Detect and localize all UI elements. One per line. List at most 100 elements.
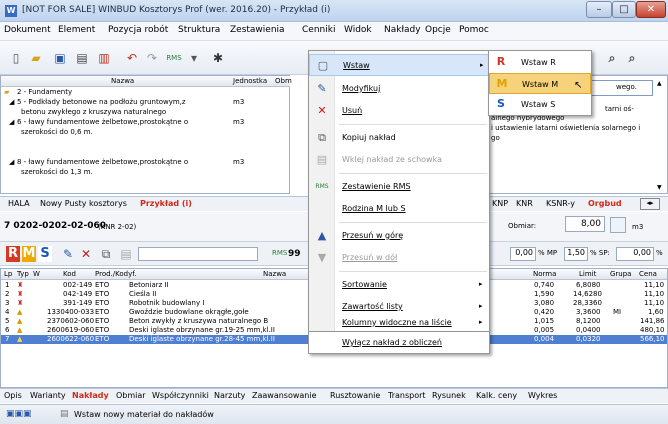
menu-element[interactable]: Element (58, 25, 95, 35)
mp-input[interactable]: 0,00 (510, 247, 536, 261)
tab-rusztowanie[interactable]: Rusztowanie (330, 391, 380, 400)
col-lp[interactable]: Lp (4, 270, 12, 278)
submenu-wstaw-r[interactable]: R Wstaw R (489, 52, 591, 73)
calculator-icon[interactable] (610, 217, 626, 233)
tab-nav-icon[interactable]: ◂▸ (640, 198, 660, 210)
submenu-wstaw-s[interactable]: S Wstaw S (489, 94, 591, 115)
col-nazwa[interactable]: Nazwa (263, 270, 286, 278)
menu-zestawienia[interactable]: Zestawienia (230, 25, 285, 35)
menu-item-modyfikuj[interactable]: ✎ Modyfikuj (309, 78, 489, 100)
binoculars-icon[interactable]: ⌕ (604, 50, 620, 66)
tab-nowy[interactable]: Nowy Pusty kosztorys (40, 199, 127, 208)
extra-input[interactable]: 0,00 (616, 247, 654, 261)
menu-struktura[interactable]: Struktura (178, 25, 220, 35)
detail-tabs: Opis Warianty Nakłady Obmiar Współczynni… (0, 388, 668, 403)
expand-icon[interactable]: ◢ (9, 98, 14, 107)
tree-header: Nazwa Jednostka Obm (1, 76, 292, 87)
menu-dokument[interactable]: Dokument (4, 25, 51, 35)
menu-item-usun[interactable]: ✕ Usuń (309, 100, 489, 122)
delete-icon[interactable]: ✕ (78, 246, 94, 262)
filter-input[interactable] (138, 247, 258, 261)
minimize-button[interactable]: – (586, 1, 612, 18)
menu-item-przesun-gore[interactable]: ▲ Przesuń w górę (309, 225, 489, 247)
arrow-down-icon: ▼ (317, 251, 327, 264)
print-icon[interactable]: ▤ (74, 50, 90, 66)
col-w[interactable]: W (33, 270, 40, 278)
col-cena[interactable]: Cena (639, 270, 657, 278)
open-folder-icon[interactable]: ▰ (28, 50, 44, 66)
expand-icon[interactable]: ◢ (9, 118, 14, 127)
dropdown-arrow-icon[interactable]: ▾ (186, 50, 202, 66)
tab-przyklad[interactable]: Przykład (i) (140, 199, 192, 208)
menu-pomoc[interactable]: Pomoc (459, 25, 489, 35)
tab-naklady[interactable]: Nakłady (72, 391, 109, 400)
submenu-wstaw-m[interactable]: M Wstaw M ↖ (489, 73, 591, 94)
tab-warianty[interactable]: Warianty (30, 391, 66, 400)
tab-zaawansowanie[interactable]: Zaawansowanie (252, 391, 317, 400)
pane-text: tarni oś- (605, 105, 634, 113)
material-icon: ▲ (17, 335, 23, 343)
expand-icon[interactable]: ◢ (9, 138, 14, 147)
col-norma[interactable]: Norma (533, 270, 556, 278)
rms-r-button[interactable]: R (6, 246, 20, 262)
rms-summary-icon[interactable]: RMS (272, 249, 287, 257)
menu-item-kopiuj[interactable]: ⧉ Kopiuj nakład (309, 127, 489, 149)
obmiar-input[interactable]: 8,00 (565, 216, 605, 232)
tab-knr[interactable]: KNR (516, 199, 533, 208)
edit-icon[interactable]: ✎ (60, 246, 76, 262)
sp-input[interactable]: 1,50 (564, 247, 588, 261)
menu-item-kolumny[interactable]: Kolumny widoczne na liście ▸ (309, 318, 489, 330)
rms-s-button[interactable]: S (38, 246, 52, 262)
tab-transport[interactable]: Transport (388, 391, 426, 400)
menu-item-sortowanie[interactable]: Sortowanie ▸ (309, 274, 489, 296)
rms-m-button[interactable]: M (22, 246, 36, 262)
tab-opis[interactable]: Opis (4, 391, 22, 400)
position-tree[interactable]: Nazwa Jednostka Obm ▰ 2 - Fundamenty ◢ 5 -… (0, 75, 292, 194)
col-limit[interactable]: Limit (579, 270, 596, 278)
undo-icon[interactable]: ↶ (124, 50, 140, 66)
menu-pozycja[interactable]: Pozycja robót (108, 25, 168, 35)
redo-icon[interactable]: ↷ (144, 50, 160, 66)
rms-toolbar-icon[interactable]: RMS (166, 50, 182, 66)
menu-item-zawartosc[interactable]: Zawartość listy ▸ (309, 296, 489, 318)
menu-opcje[interactable]: Opcje (425, 25, 451, 35)
col-grupa[interactable]: Grupa (610, 270, 631, 278)
tab-obmiar[interactable]: Obmiar (116, 391, 146, 400)
tool-icon[interactable]: ✱ (210, 50, 226, 66)
menu-item-wstaw[interactable]: ▢ Wstaw ▸ (309, 54, 489, 76)
print-preview-icon[interactable]: ▥ (96, 50, 112, 66)
paste-icon: ▤ (316, 153, 328, 166)
menu-widok[interactable]: Widok (344, 25, 372, 35)
view-icons[interactable]: ▣▣▣ (6, 409, 32, 419)
save-icon[interactable]: ▣ (52, 50, 68, 66)
maximize-button[interactable]: □ (612, 1, 636, 18)
find-next-icon[interactable]: ⌕ (624, 50, 640, 66)
expand-icon[interactable]: ◢ (9, 158, 14, 167)
col-kod[interactable]: Kod (63, 270, 76, 278)
paste-icon[interactable]: ▤ (118, 246, 134, 262)
menu-item-wylacz[interactable]: Wyłącz nakład z obliczeń (308, 332, 490, 354)
tab-rysunek[interactable]: Rysunek (432, 391, 466, 400)
tab-knp[interactable]: KNP (492, 199, 508, 208)
menu-item-zestawienie-rms[interactable]: RMS Zestawienie RMS (309, 176, 489, 198)
tab-ksnr[interactable]: KSNR-y (546, 199, 575, 208)
tab-kalk-ceny[interactable]: Kalk. ceny (476, 391, 517, 400)
scroll-up-icon[interactable]: ▲ (657, 80, 662, 87)
menu-item-przesun-dol[interactable]: ▼ Przesuń w dół (309, 247, 489, 269)
tab-narzuty[interactable]: Narzuty (214, 391, 245, 400)
col-typ[interactable]: Typ (17, 270, 29, 278)
scroll-down-icon[interactable]: ▼ (657, 184, 662, 191)
menu-item-rodzina[interactable]: Rodzina M lub S (309, 198, 489, 220)
close-button[interactable]: ✕ (636, 1, 666, 18)
new-document-icon[interactable]: ▯ (8, 50, 24, 66)
menu-naklady[interactable]: Nakłady (384, 25, 421, 35)
copy-icon[interactable]: ⧉ (98, 246, 114, 262)
title-bar: W [NOT FOR SALE] WINBUD Kosztorys Prof (… (0, 0, 668, 22)
tab-hala[interactable]: HALA (8, 199, 30, 208)
col-prod[interactable]: Prod./Kodyf. (95, 270, 136, 278)
tab-wspolczynniki[interactable]: Współczynniki (152, 391, 209, 400)
tab-wykres[interactable]: Wykres (528, 391, 557, 400)
menu-item-wklej[interactable]: ▤ Wklej nakład ze schowka (309, 149, 489, 171)
tab-orgbud[interactable]: Orgbud (588, 199, 622, 208)
menu-cenniki[interactable]: Cenniki (302, 25, 335, 35)
